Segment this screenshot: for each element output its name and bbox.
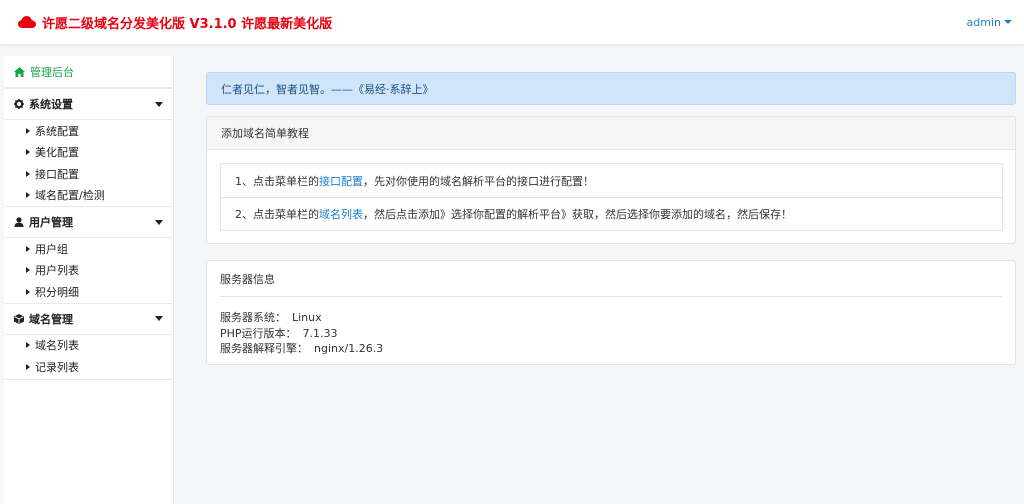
php-version-row: PHP运行版本： 7.1.33 [220, 326, 383, 342]
info-value: Linux [292, 311, 322, 324]
sidebar-item-api-config[interactable]: 接口配置 [4, 163, 173, 185]
user-menu-label: admin [966, 15, 1001, 29]
sidebar-item-user-list[interactable]: 用户列表 [4, 260, 173, 282]
sidebar-group-label: 系统设置 [29, 98, 73, 111]
sidebar-group-user-management[interactable]: 用户管理 [4, 206, 173, 238]
caret-right-icon [26, 342, 30, 349]
domain-list-link[interactable]: 域名列表 [319, 206, 363, 222]
top-header: 许愿二级域名分发美化版 V3.1.0 许愿最新美化版 admin [0, 0, 1024, 44]
app-title: 许愿二级域名分发美化版 V3.1.0 许愿最新美化版 [42, 16, 333, 32]
tutorial-panel: 添加域名简单教程 1、点击菜单栏的 接口配置 ，先对你使用的域名解析平台的接口进行配… [206, 116, 1016, 244]
caret-right-icon [26, 245, 30, 252]
tutorial-steps: 1、点击菜单栏的 接口配置 ，先对你使用的域名解析平台的接口进行配置！ 2、点击菜单… [220, 163, 1003, 231]
sidebar: 管理后台 系统设置 系统配置 美化配置 接口配置 域名配置/检测 用户管理 用户… [4, 56, 174, 504]
divider [220, 296, 1003, 297]
info-value: nginx/1.26.3 [314, 342, 384, 355]
caret-down-icon [155, 316, 163, 321]
sidebar-group-label: 域名管理 [29, 312, 73, 326]
caret-down-icon [155, 101, 163, 107]
brand[interactable]: 许愿二级域名分发美化版 V3.1.0 许愿最新美化版 [18, 13, 332, 32]
user-icon [14, 217, 24, 227]
sidebar-item-label: 用户列表 [35, 264, 79, 278]
quote-alert: 仁者见仁，智者见智。——《易经·系辞上》 [206, 72, 1016, 105]
caret-right-icon [26, 192, 30, 199]
step-text: 2、点击菜单栏的 [235, 208, 319, 221]
panel-title: 添加域名简单教程 [221, 127, 309, 140]
gear-icon [14, 99, 24, 109]
sidebar-item-system-config[interactable]: 系统配置 [4, 120, 173, 142]
server-os-row: 服务器系统： Linux [220, 310, 383, 326]
server-engine-row: 服务器解释引擎： nginx/1.26.3 [220, 341, 383, 357]
sidebar-item-dashboard[interactable]: 管理后台 [4, 56, 173, 88]
sidebar-item-theme-config[interactable]: 美化配置 [4, 142, 173, 164]
info-value: 7.1.33 [302, 326, 338, 340]
caret-right-icon [26, 149, 30, 156]
sidebar-item-label: 接口配置 [35, 167, 79, 181]
sidebar-item-points-detail[interactable]: 积分明细 [4, 281, 173, 303]
sidebar-item-domain-config-check[interactable]: 域名配置/检测 [4, 185, 173, 207]
step-text: ，然后点击添加》选择你配置的解析平台》获取，然后选择你要添加的域名，然后保存！ [363, 208, 792, 221]
caret-right-icon [26, 288, 30, 295]
quote-text: 仁者见仁，智者见智。——《易经·系辞上》 [221, 82, 434, 96]
chevron-down-icon [1004, 20, 1012, 24]
sidebar-item-label: 系统配置 [35, 124, 79, 138]
step-text: 1、点击菜单栏的 [235, 174, 319, 188]
list-item: 1、点击菜单栏的 接口配置 ，先对你使用的域名解析平台的接口进行配置！ [221, 164, 1002, 197]
sidebar-item-record-list[interactable]: 记录列表 [4, 356, 173, 378]
user-menu-dropdown[interactable]: admin [967, 16, 1012, 29]
info-label: 服务器系统： [220, 311, 286, 324]
sidebar-item-label: 用户组 [35, 242, 68, 256]
step-text: ，先对你使用的域名解析平台的接口进行配置！ [363, 174, 594, 188]
info-label: 服务器解释引擎： [220, 342, 308, 355]
caret-right-icon [26, 170, 30, 177]
sidebar-item-label: 域名配置/检测 [35, 189, 105, 203]
sidebar-item-label: 记录列表 [35, 360, 79, 374]
sidebar-item-label: 积分明细 [35, 285, 79, 299]
server-info-panel: 服务器信息 服务器系统： Linux PHP运行版本： 7.1.33 服务器解释引擎… [206, 260, 1016, 365]
sidebar-group-domain-management[interactable]: 域名管理 [4, 302, 173, 335]
info-label: PHP运行版本： [220, 326, 297, 340]
sidebar-group-label: 用户管理 [29, 216, 73, 229]
panel-title: 服务器信息 [220, 273, 275, 286]
caret-down-icon [155, 219, 163, 225]
cloud-icon [18, 16, 36, 28]
list-item: 2、点击菜单栏的 域名列表 ，然后点击添加》选择你配置的解析平台》获取，然后选择你要… [221, 197, 1002, 230]
home-icon [14, 66, 25, 77]
cube-icon [14, 313, 24, 324]
sidebar-item-label: 管理后台 [30, 65, 74, 79]
sidebar-item-label: 美化配置 [35, 146, 79, 160]
sidebar-group-system-settings[interactable]: 系统设置 [4, 88, 173, 120]
sidebar-divider [4, 378, 173, 380]
caret-right-icon [26, 127, 30, 134]
server-info-list: 服务器系统： Linux PHP运行版本： 7.1.33 服务器解释引擎： nginx… [220, 310, 383, 357]
sidebar-item-label: 域名列表 [35, 339, 79, 353]
panel-heading: 添加域名简单教程 [207, 117, 1015, 150]
caret-right-icon [26, 267, 30, 274]
api-config-link[interactable]: 接口配置 [319, 173, 363, 189]
sidebar-item-domain-list[interactable]: 域名列表 [4, 335, 173, 357]
sidebar-item-user-groups[interactable]: 用户组 [4, 238, 173, 260]
caret-right-icon [26, 363, 30, 370]
